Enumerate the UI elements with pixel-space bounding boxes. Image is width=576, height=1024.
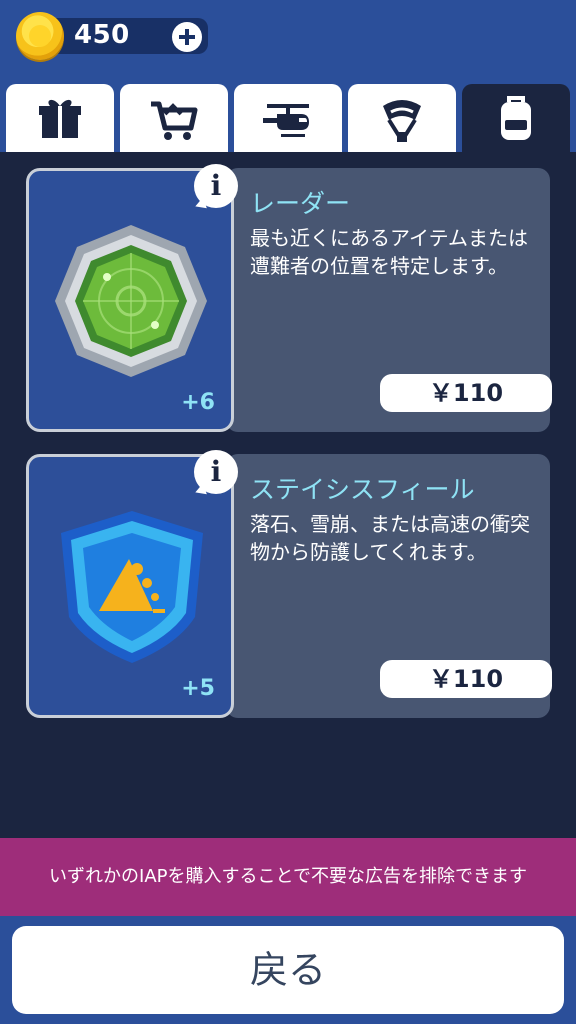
info-button[interactable]: i [194, 164, 238, 208]
shield-icon [61, 511, 203, 663]
parachute-icon [383, 100, 421, 142]
item-info-box: レーダー 最も近くにあるアイテムまたは遭難者の位置を特定します。 ￥110 [226, 168, 552, 432]
add-coins-button[interactable] [172, 22, 202, 52]
item-count: +5 [181, 676, 215, 701]
radar-icon [55, 225, 207, 377]
iap-banner: いずれかのIAPを購入することで不要な広告を排除できます [0, 838, 576, 916]
gift-icon [39, 99, 81, 138]
tab-backpack[interactable] [462, 84, 570, 154]
info-button[interactable]: i [194, 450, 238, 494]
coin-amount: 450 [74, 20, 130, 50]
backpack-icon [501, 96, 531, 140]
currency-bar: 450 [16, 12, 208, 60]
back-button[interactable]: 戻る [12, 926, 564, 1014]
cart-icon [151, 101, 198, 140]
buy-button[interactable]: ￥110 [380, 374, 552, 412]
item-card-radar: レーダー 最も近くにあるアイテムまたは遭難者の位置を特定します。 ￥110 +6… [26, 164, 552, 432]
item-panel: レーダー 最も近くにあるアイテムまたは遭難者の位置を特定します。 ￥110 +6… [0, 152, 576, 840]
item-count: +6 [181, 390, 215, 415]
coin-icon [16, 12, 64, 60]
tab-vehicles[interactable] [234, 84, 342, 154]
item-card-shield: ステイシスフィール 落石、雪崩、または高速の衝突物から防護してくれます。 ￥11… [26, 450, 552, 718]
item-info-box: ステイシスフィール 落石、雪崩、または高速の衝突物から防護してくれます。 ￥11… [226, 454, 552, 718]
item-title: ステイシスフィール [250, 475, 475, 504]
tab-shop[interactable] [120, 84, 228, 154]
helicopter-icon [263, 104, 309, 137]
buy-button[interactable]: ￥110 [380, 660, 552, 698]
item-description: 落石、雪崩、または高速の衝突物から防護してくれます。 [250, 512, 530, 564]
item-title: レーダー [250, 189, 351, 218]
item-description: 最も近くにあるアイテムまたは遭難者の位置を特定します。 [250, 226, 528, 278]
tab-gifts[interactable] [6, 84, 114, 154]
shop-tabs [6, 84, 572, 154]
tab-equipment[interactable] [348, 84, 456, 154]
